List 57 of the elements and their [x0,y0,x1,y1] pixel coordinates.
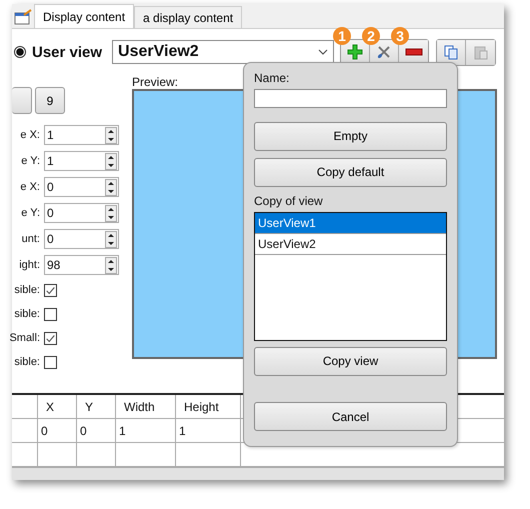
spin-arrows-icon [105,204,117,222]
table-cell: 1 [176,419,241,442]
field-label: ight: [18,259,40,271]
field-label: unt: [20,233,40,245]
tab[interactable]: Display content [34,4,134,28]
checkbox[interactable] [44,356,57,368]
name-input[interactable] [254,89,447,108]
copy-button[interactable] [437,40,466,64]
radio-button[interactable] [14,46,26,58]
checkbox-label: sible: [13,284,40,296]
field-label: e X: [19,181,40,193]
spin-arrows-icon [105,178,117,196]
chevron-icon [318,49,328,55]
cancel-button[interactable]: Cancel [254,402,447,431]
checkbox-label: Small: [8,332,40,344]
number-spinner[interactable]: 0 [44,203,119,223]
tools-icon [376,44,392,60]
column-header: Width [116,395,176,418]
copy-icon [443,44,460,60]
option-button[interactable]: Empty [254,122,447,151]
field-label: e X: [19,129,40,141]
number-spinner[interactable]: 0 [44,229,119,249]
checkbox[interactable] [44,332,57,344]
column-header: Height [176,395,241,418]
option-button[interactable]: Copy default [254,158,447,187]
list-item[interactable]: UserView1 [255,212,446,234]
field-label: e Y: [20,155,40,167]
name-label: Name: [254,71,290,85]
checkbox-label: sible: [13,308,40,320]
spin-arrows-icon [105,256,117,274]
field-label: e Y: [20,207,40,219]
tab[interactable]: a display content [134,6,242,28]
number-spinner[interactable]: 1 [44,151,119,171]
table-cell: 1 [116,419,176,442]
column-header: Y [77,395,116,418]
number-spinner[interactable]: 0 [44,177,119,197]
spin-arrows-icon [105,126,117,144]
copy-view-button[interactable]: Copy view [254,346,447,376]
table-cell: 0 [77,419,116,442]
page-button[interactable]: 9 [35,87,65,114]
table-cell: 0 [38,419,77,442]
window-icon [14,9,32,25]
spin-arrows-icon [105,230,117,248]
checkbox[interactable] [44,284,57,296]
plus-icon [347,44,364,60]
checkbox-label: sible: [13,356,40,368]
radio-label: User view [32,44,102,60]
list-label: Copy of view [254,194,324,208]
minus-icon [404,48,423,56]
page-button[interactable] [12,87,32,114]
number-spinner[interactable]: 1 [44,125,119,145]
list-item[interactable]: UserView2 [255,234,446,255]
checkbox[interactable] [44,308,57,320]
number-spinner[interactable]: 98 [44,255,119,275]
preview-label: Preview: [132,75,178,89]
spin-arrows-icon [105,152,117,170]
column-header: X [38,395,77,418]
